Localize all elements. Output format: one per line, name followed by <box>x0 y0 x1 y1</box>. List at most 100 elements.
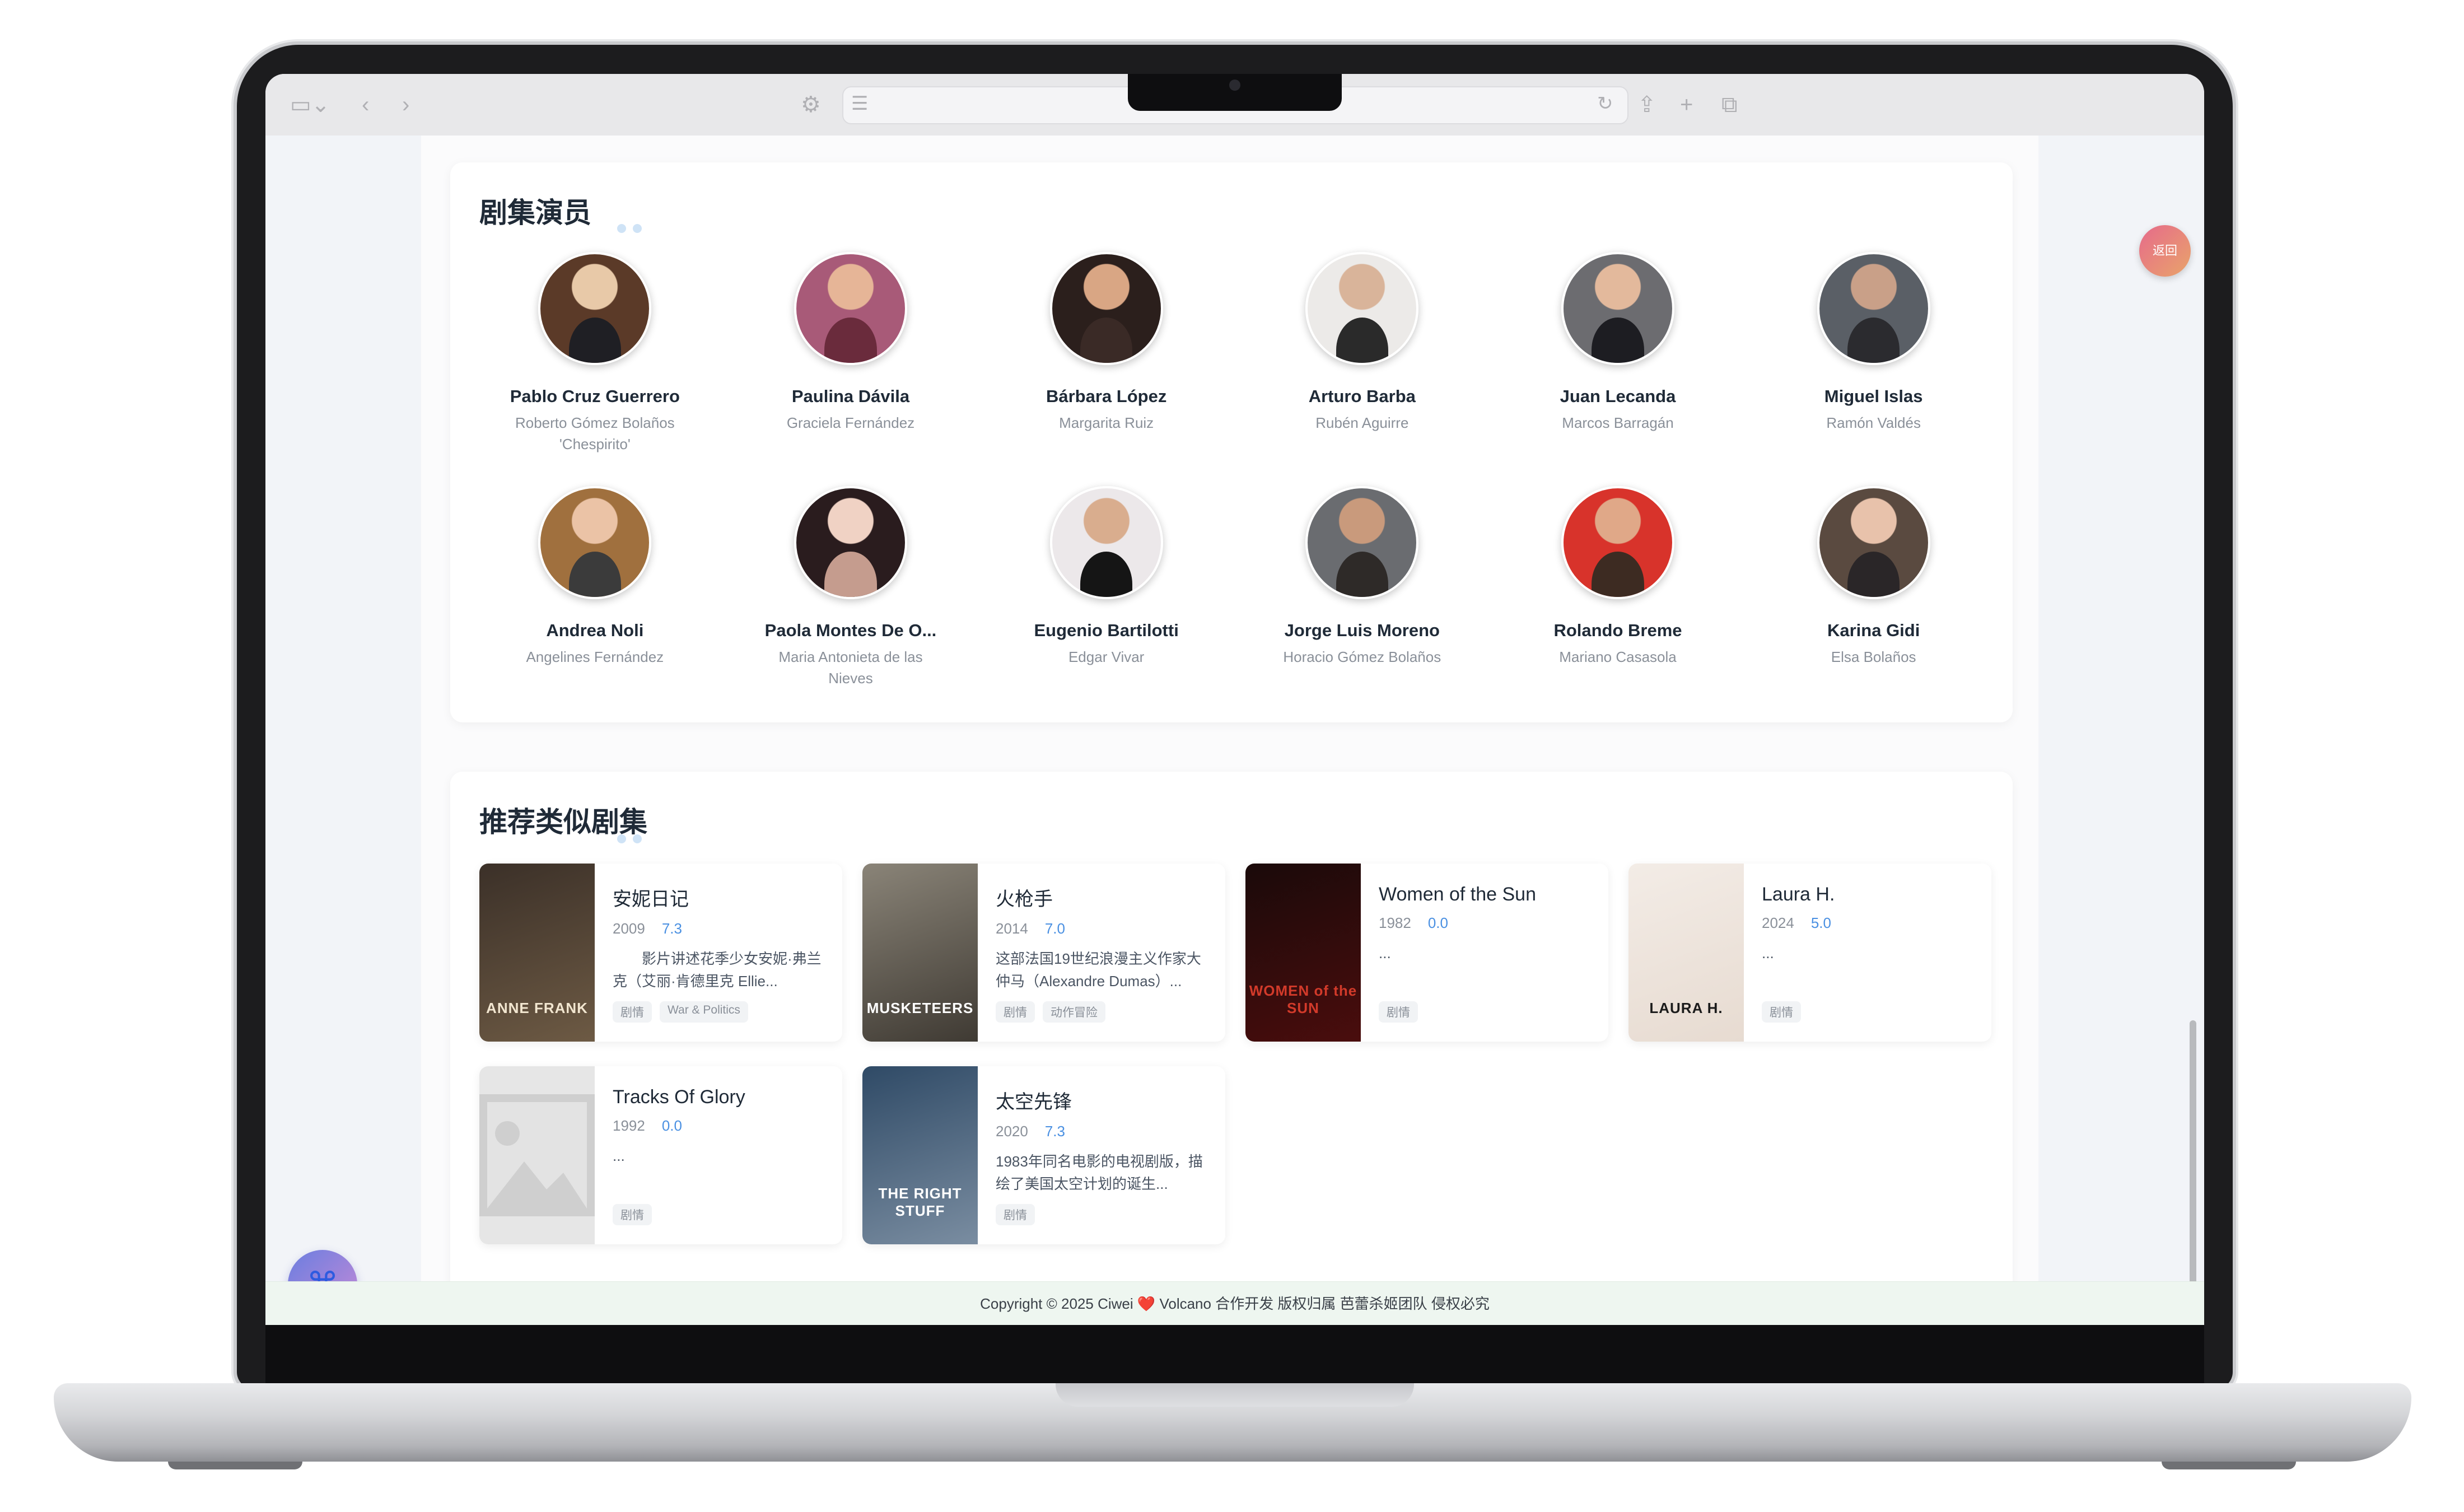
cast-avatar[interactable] <box>794 252 907 365</box>
cast-avatar[interactable] <box>1817 252 1930 365</box>
cast-name: Bárbara López <box>1046 386 1167 406</box>
cast-avatar[interactable] <box>1049 486 1163 599</box>
laptop-base-notch <box>1056 1383 1414 1407</box>
recommend-meta: 2020 7.3 <box>996 1123 1210 1140</box>
privacy-report-icon[interactable]: ⚙ <box>801 92 821 118</box>
poster-image[interactable]: LAURA H. <box>1628 864 1744 1042</box>
cast-avatar[interactable] <box>538 252 652 365</box>
recommend-score: 7.0 <box>1044 920 1065 937</box>
cast-avatar[interactable] <box>794 486 907 599</box>
genre-tag[interactable]: 剧情 <box>1762 1001 1801 1023</box>
cast-avatar[interactable] <box>1561 252 1674 365</box>
recommend-tags: 剧情 动作冒险 <box>996 1001 1105 1023</box>
recommend-tags: 剧情 <box>1379 1001 1418 1023</box>
recommend-meta: 1992 0.0 <box>613 1117 827 1135</box>
recommend-item[interactable]: THE RIGHT STUFF 太空先锋 2020 7.3 1983年同名电影的电视剧版… <box>862 1066 1225 1244</box>
recommend-year: 1992 <box>613 1117 645 1134</box>
recommend-year: 2009 <box>613 920 645 937</box>
share-icon[interactable]: ⇪ <box>1637 92 1656 118</box>
cast-item[interactable]: Rolando Breme Mariano Casasola <box>1490 486 1746 701</box>
cast-role: Ramón Valdés <box>1826 414 1921 431</box>
recommend-info: 安妮日记 2009 7.3 影片讲述花季少女安妮·弗兰克（艾丽·肯德里克 Ellie… <box>613 884 827 992</box>
recommend-item[interactable]: MUSKETEERS 火枪手 2014 7.0 这部法国19世纪浪漫主义作家大仲马（Al… <box>862 864 1225 1042</box>
genre-tag[interactable]: 剧情 <box>996 1204 1035 1225</box>
cast-item[interactable]: Pablo Cruz Guerrero Roberto Gómez Bolaños… <box>467 252 723 467</box>
recommend-title[interactable]: Laura H. <box>1762 884 1976 906</box>
recommend-score: 5.0 <box>1810 914 1831 931</box>
cast-item[interactable]: Karina Gidi Elsa Bolaños <box>1746 486 2001 701</box>
cast-avatar[interactable] <box>1049 252 1163 365</box>
cast-role: Horacio Gómez Bolaños <box>1283 648 1441 665</box>
recommend-title[interactable]: 太空先锋 <box>996 1086 1210 1114</box>
cast-role: Elsa Bolaños <box>1831 648 1916 665</box>
recommend-info: Women of the Sun 1982 0.0... <box>1379 884 1593 987</box>
recommend-title[interactable]: Tracks Of Glory <box>613 1086 827 1108</box>
cast-item[interactable]: Eugenio Bartilotti Edgar Vivar <box>978 486 1234 701</box>
cast-role: Mariano Casasola <box>1559 648 1677 665</box>
cast-name: Miguel Islas <box>1824 386 1923 406</box>
genre-tag[interactable]: 剧情 <box>613 1001 652 1023</box>
recommend-item[interactable]: WOMEN of the SUN Women of the Sun 1982 0.0.… <box>1245 864 1608 1042</box>
cast-card: 剧集演员 Pablo Cruz Guerrero Roberto Gómez Bo… <box>450 162 2013 722</box>
page: 剧集演员 Pablo Cruz Guerrero Roberto Gómez Bo… <box>265 136 2204 1325</box>
recommend-item[interactable]: LAURA H. Laura H. 2024 5.0... 剧情 <box>1628 864 1991 1042</box>
genre-tag[interactable]: 剧情 <box>1379 1001 1418 1023</box>
cast-item[interactable]: Miguel Islas Ramón Valdés <box>1746 252 2001 467</box>
tab-overview-icon[interactable]: ⧉ <box>1721 92 1738 118</box>
cast-name: Eugenio Bartilotti <box>1034 620 1179 640</box>
recommend-score: 7.3 <box>1044 1123 1065 1140</box>
recommend-meta: 2009 7.3 <box>613 920 827 937</box>
cast-item[interactable]: Andrea Noli Angelines Fernández <box>467 486 723 701</box>
recommend-title[interactable]: Women of the Sun <box>1379 884 1593 906</box>
genre-tag[interactable]: 动作冒险 <box>1043 1001 1105 1023</box>
sidebar-toggle-icon[interactable]: ▭⌄ <box>290 92 330 118</box>
recommend-score: 0.0 <box>661 1117 682 1134</box>
genre-tag[interactable]: War & Politics <box>660 1001 748 1023</box>
back-button[interactable]: 返回 <box>2139 225 2191 277</box>
genre-tag[interactable]: 剧情 <box>613 1204 652 1225</box>
recommend-title[interactable]: 火枪手 <box>996 884 1210 911</box>
reload-icon[interactable]: ↻ <box>1597 91 1613 116</box>
poster-image[interactable]: MUSKETEERS <box>862 864 978 1042</box>
cast-item[interactable]: Jorge Luis Moreno Horacio Gómez Bolaños <box>1234 486 1490 701</box>
poster-image[interactable]: ANNE FRANK <box>479 864 595 1042</box>
cast-name: Paola Montes De O... <box>764 620 937 640</box>
cast-item[interactable]: Paola Montes De O... Maria Antonieta de l… <box>723 486 979 701</box>
back-arrow-icon[interactable]: ‹ <box>362 92 369 118</box>
poster-title-text: WOMEN of the SUN <box>1249 982 1357 1016</box>
recommend-score: 7.3 <box>661 920 682 937</box>
poster-title-text: LAURA H. <box>1649 1000 1723 1016</box>
new-tab-icon[interactable]: + <box>1680 92 1693 118</box>
recommend-title[interactable]: 安妮日记 <box>613 884 827 911</box>
laptop-foot-right <box>2162 1462 2296 1469</box>
cast-role: Marcos Barragán <box>1562 414 1674 431</box>
forward-arrow-icon[interactable]: › <box>402 92 409 118</box>
page-menu-icon[interactable]: ☰ <box>851 91 868 116</box>
recommend-info: Laura H. 2024 5.0... <box>1762 884 1976 987</box>
cast-item[interactable]: Arturo Barba Rubén Aguirre <box>1234 252 1490 467</box>
poster-image[interactable] <box>479 1066 595 1244</box>
genre-tag[interactable]: 剧情 <box>996 1001 1035 1023</box>
title-dots <box>617 224 642 233</box>
recommend-tags: 剧情 War & Politics <box>613 1001 748 1023</box>
poster-image[interactable]: WOMEN of the SUN <box>1245 864 1361 1042</box>
scrollbar[interactable] <box>2190 1020 2196 1325</box>
cast-role: Graciela Fernández <box>786 414 915 431</box>
cast-item[interactable]: Bárbara López Margarita Ruiz <box>978 252 1234 467</box>
cast-avatar[interactable] <box>538 486 652 599</box>
cast-name: Andrea Noli <box>546 620 644 640</box>
recommend-item[interactable]: ANNE FRANK 安妮日记 2009 7.3 影片讲述花季少女安妮·弗兰克（艾丽·… <box>479 864 842 1042</box>
cast-avatar[interactable] <box>1561 486 1674 599</box>
recommend-description: 影片讲述花季少女安妮·弗兰克（艾丽·肯德里克 Ellie... <box>613 950 822 990</box>
cast-item[interactable]: Juan Lecanda Marcos Barragán <box>1490 252 1746 467</box>
cast-item[interactable]: Paulina Dávila Graciela Fernández <box>723 252 979 467</box>
title-dots <box>617 834 642 843</box>
cast-avatar[interactable] <box>1817 486 1930 599</box>
cast-avatar[interactable] <box>1305 486 1419 599</box>
recommend-item[interactable]: Tracks Of Glory 1992 0.0... 剧情 <box>479 1066 842 1244</box>
poster-image[interactable]: THE RIGHT STUFF <box>862 1066 978 1244</box>
poster-title-text: MUSKETEERS <box>866 1000 974 1016</box>
cast-avatar[interactable] <box>1305 252 1419 365</box>
recommend-meta: 1982 0.0 <box>1379 914 1593 932</box>
cast-role: Roberto Gómez Bolaños 'Chespirito' <box>515 414 675 452</box>
